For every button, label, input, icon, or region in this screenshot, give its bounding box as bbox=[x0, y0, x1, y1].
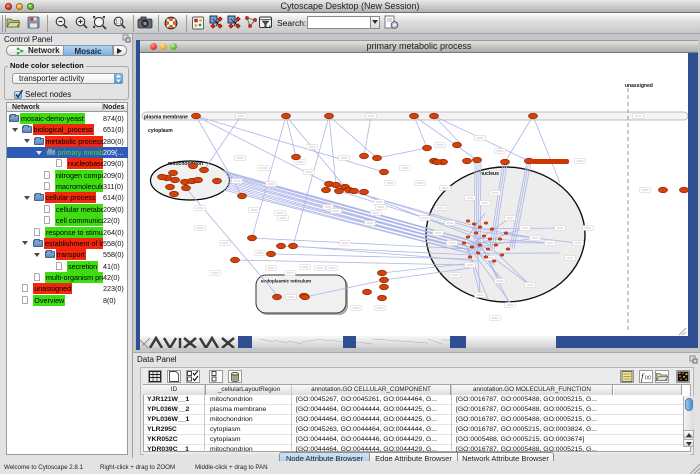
svg-text:cytoplasm: cytoplasm bbox=[148, 128, 173, 134]
svg-text:unassigned: unassigned bbox=[625, 83, 653, 89]
svg-text:(x): (x) bbox=[645, 375, 651, 381]
svg-text:plasma membrane: plasma membrane bbox=[144, 115, 188, 121]
svg-text:endoplasmic reticulum: endoplasmic reticulum bbox=[261, 279, 311, 284]
svg-text:nucleus: nucleus bbox=[480, 171, 499, 177]
